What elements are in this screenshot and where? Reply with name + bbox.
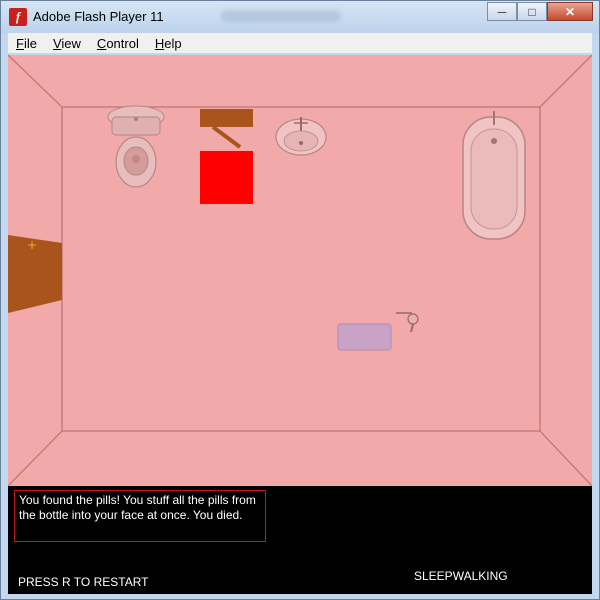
medicine-cabinet[interactable] — [200, 109, 253, 127]
menu-control[interactable]: Control — [97, 36, 139, 51]
red-highlight-square[interactable] — [200, 151, 253, 204]
menu-file-mnemonic: F — [16, 35, 24, 51]
bathroom-room: + — [8, 55, 592, 486]
flash-app-icon: f — [9, 8, 27, 26]
blurred-background-title — [221, 10, 341, 22]
status-panel: You found the pills! You stuff all the p… — [8, 486, 592, 594]
menu-control-label: ontrol — [106, 35, 139, 51]
menu-help-label: elp — [164, 35, 182, 51]
menu-file[interactable]: File — [16, 36, 37, 51]
close-button[interactable]: ✕ — [547, 2, 593, 21]
bathtub[interactable] — [462, 111, 526, 240]
door-knob-icon: + — [27, 238, 37, 252]
minimize-button[interactable]: ─ — [487, 2, 517, 21]
menu-help[interactable]: Help — [155, 36, 182, 51]
flash-player-window: f Adobe Flash Player 11 ─ □ ✕ File View … — [0, 0, 600, 600]
menu-help-mnemonic: H — [154, 35, 165, 51]
bath-mat[interactable] — [337, 323, 392, 351]
title-bar[interactable]: f Adobe Flash Player 11 ─ □ ✕ — [1, 1, 599, 33]
game-title: SLEEPWALKING — [414, 569, 508, 583]
maximize-button[interactable]: □ — [517, 2, 547, 21]
menu-file-label: ile — [23, 35, 37, 51]
game-stage[interactable]: + — [8, 55, 592, 486]
menu-bar: File View Control Help — [8, 33, 592, 53]
window-controls: ─ □ ✕ — [487, 2, 593, 21]
restart-instruction: PRESS R TO RESTART — [18, 575, 149, 589]
game-message: You found the pills! You stuff all the p… — [14, 490, 266, 542]
menu-view[interactable]: View — [53, 36, 81, 51]
menu-view-label: iew — [61, 35, 81, 51]
window-title: Adobe Flash Player 11 — [33, 9, 164, 24]
menu-control-mnemonic: C — [96, 35, 107, 51]
